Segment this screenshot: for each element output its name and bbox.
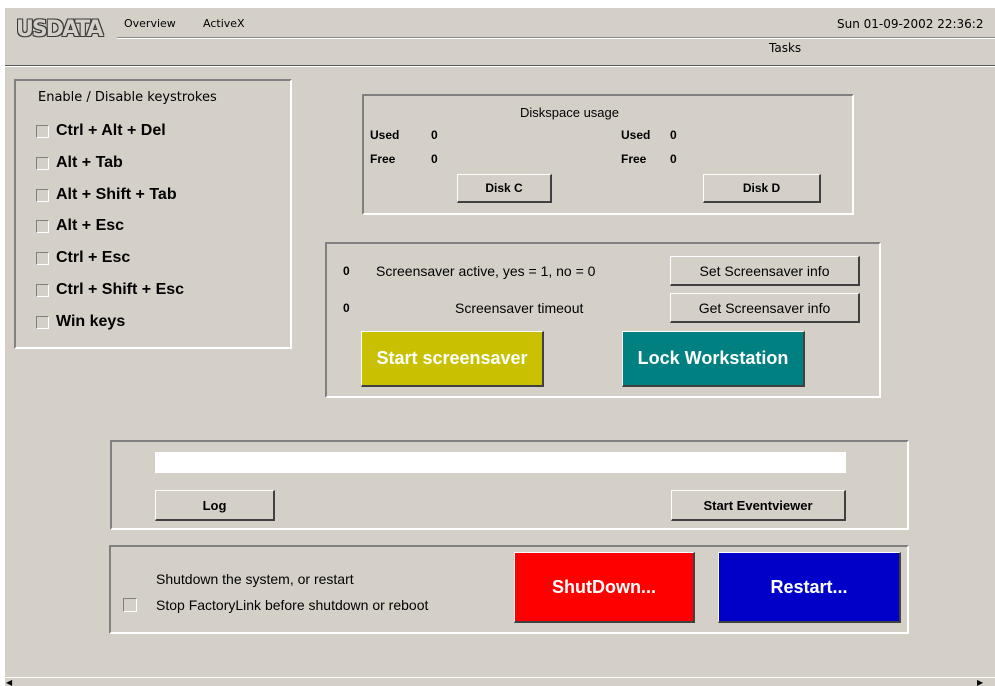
keystroke-label: Alt + Esc <box>56 217 125 234</box>
start-eventviewer-button[interactable]: Start Eventviewer <box>671 490 846 521</box>
screensaver-active-label: Screensaver active, yes = 1, no = 0 <box>376 263 596 279</box>
log-button[interactable]: Log <box>155 490 275 521</box>
diskspace-title: Diskspace usage <box>520 105 619 120</box>
triangle-right-icon[interactable]: ▶ <box>977 678 983 686</box>
keystroke-row-ctrl-alt-del[interactable]: Ctrl + Alt + Del <box>36 121 166 141</box>
disk-c-free-label: Free <box>370 152 396 166</box>
keystroke-row-alt-shift-tab[interactable]: Alt + Shift + Tab <box>36 185 177 205</box>
disk-d-used-label: Used <box>621 128 651 142</box>
screensaver-active-value: 0 <box>343 264 350 278</box>
keystroke-label: Ctrl + Alt + Del <box>56 122 166 139</box>
usdata-logo: USDATA <box>16 17 104 42</box>
keystroke-row-ctrl-esc[interactable]: Ctrl + Esc <box>36 248 130 268</box>
screensaver-timeout-value: 0 <box>343 301 350 315</box>
disk-c-used-label: Used <box>370 128 400 142</box>
keystroke-row-alt-esc[interactable]: Alt + Esc <box>36 216 124 236</box>
header-divider-highlight <box>117 38 995 39</box>
disk-d-used-value: 0 <box>670 128 677 142</box>
keystroke-label: Alt + Tab <box>56 154 123 171</box>
disk-c-used-value: 0 <box>431 128 438 142</box>
header-bottom-divider-highlight <box>5 66 995 67</box>
keystroke-checkbox[interactable] <box>36 315 49 329</box>
keystroke-checkbox[interactable] <box>36 283 49 297</box>
keystroke-row-win-keys[interactable]: Win keys <box>36 312 125 332</box>
horizontal-scrollbar[interactable]: ◀ ▶ <box>5 677 995 686</box>
stop-factorylink-checkbox[interactable] <box>123 598 137 612</box>
set-screensaver-info-button[interactable]: Set Screensaver info <box>670 256 860 286</box>
keystroke-checkbox[interactable] <box>36 156 49 170</box>
triangle-left-icon[interactable]: ◀ <box>6 678 12 686</box>
shutdown-button[interactable]: ShutDown... <box>514 552 695 623</box>
keystroke-row-alt-tab[interactable]: Alt + Tab <box>36 153 123 173</box>
keystroke-label: Ctrl + Esc <box>56 249 131 266</box>
lock-workstation-button[interactable]: Lock Workstation <box>622 331 805 387</box>
shutdown-text: Shutdown the system, or restart <box>156 571 354 587</box>
keystroke-checkbox[interactable] <box>36 251 49 265</box>
start-screensaver-button[interactable]: Start screensaver <box>361 331 544 387</box>
disk-c-button[interactable]: Disk C <box>457 174 552 203</box>
keystroke-label: Ctrl + Shift + Esc <box>56 281 185 298</box>
disk-d-free-label: Free <box>621 152 647 166</box>
keystroke-checkbox[interactable] <box>36 124 49 138</box>
disk-d-free-value: 0 <box>670 152 677 166</box>
menu-tasks[interactable]: Tasks <box>769 41 801 55</box>
disk-c-free-value: 0 <box>431 152 438 166</box>
keystroke-label: Alt + Shift + Tab <box>56 186 177 203</box>
keystroke-label: Win keys <box>56 313 126 330</box>
menu-activex[interactable]: ActiveX <box>203 17 245 30</box>
screensaver-timeout-label: Screensaver timeout <box>455 300 584 316</box>
log-text-field[interactable] <box>155 452 846 473</box>
stop-factorylink-label: Stop FactoryLink before shutdown or rebo… <box>156 597 429 613</box>
app-window: USDATA Overview ActiveX Sun 01-09-2002 2… <box>5 8 995 686</box>
keystroke-checkbox[interactable] <box>36 188 49 202</box>
restart-button[interactable]: Restart... <box>718 552 901 623</box>
menu-overview[interactable]: Overview <box>124 17 176 30</box>
get-screensaver-info-button[interactable]: Get Screensaver info <box>670 293 860 323</box>
disk-d-button[interactable]: Disk D <box>703 174 821 203</box>
keystroke-row-ctrl-shift-esc[interactable]: Ctrl + Shift + Esc <box>36 280 184 300</box>
keystrokes-panel <box>14 79 292 349</box>
keystrokes-title: Enable / Disable keystrokes <box>38 90 217 105</box>
datetime: Sun 01-09-2002 22:36:2 <box>837 17 984 31</box>
keystroke-checkbox[interactable] <box>36 219 49 233</box>
